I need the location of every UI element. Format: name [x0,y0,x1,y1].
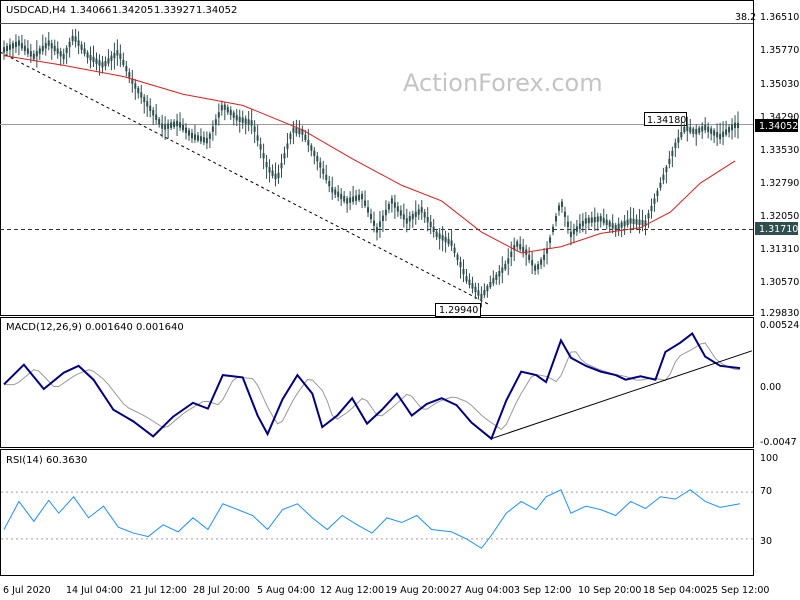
fib-38-label: 38.2 [735,12,756,23]
current-price-text: 1.34052 [759,121,798,132]
level-label-129940-text: 1.29940 [439,305,478,316]
time-tick-label: 10 Sep 20:00 [578,585,641,596]
time-tick-label: 25 Sep 12:00 [706,585,769,596]
rsi-tick-label: 70 [760,486,772,497]
level-label-134180-text: 1.34180 [647,115,686,126]
time-axis: 6 Jul 2020 14 Jul 04:00 21 Jul 12:00 28 … [3,585,769,596]
price-axis: 1.36510 1.35770 1.35030 1.34290 1.33530 … [760,12,799,319]
time-tick-label: 12 Aug 12:00 [320,585,384,596]
level-label-131710: 1.31710 [755,222,798,235]
rsi-tick-label: 30 [760,536,772,547]
rsi-panel-frame [0,449,754,576]
price-tick-label: 1.32050 [760,211,799,222]
macd-tick-label: -0.0047 [760,437,797,448]
ohlc-open: 1.34066 [70,5,111,16]
ohlc-low: 1.33927 [154,5,195,16]
time-tick-label: 27 Aug 04:00 [450,585,514,596]
macd-axis: 0.005245 0.00 -0.0047 [760,320,800,448]
price-tick-label: 1.36510 [760,12,799,23]
macd-tick-label: 0.00 [760,382,781,393]
macd-signal-line [4,342,741,431]
time-tick-label: 19 Aug 20:00 [385,585,449,596]
chart-canvas: ActionForex.com USDCAD,H4 1.34066 1.3420… [0,0,800,596]
macd-tick-label: 0.005245 [760,320,800,331]
time-tick-label: 14 Jul 04:00 [66,585,123,596]
time-tick-label: 18 Sep 04:00 [643,585,706,596]
level-label-129940: 1.29940 [435,303,481,317]
ohlc-close: 1.34052 [196,5,237,16]
time-tick-label: 3 Sep 12:00 [514,585,571,596]
price-tick-label: 1.29830 [760,308,799,319]
time-tick-label: 5 Aug 04:00 [257,585,315,596]
main-panel-frame [0,0,754,316]
price-series [3,28,740,308]
current-price-label: 1.34052 [755,119,798,132]
macd-trend-line [491,350,753,440]
price-tick-label: 1.31310 [760,244,799,255]
main-panel-title: USDCAD,H4 [6,5,66,16]
price-tick-label: 1.32790 [760,178,799,189]
time-tick-label: 21 Jul 12:00 [130,585,187,596]
level-label-131710-text: 1.31710 [759,224,798,235]
price-tick-label: 1.30570 [760,277,799,288]
price-tick-label: 1.33530 [760,145,799,156]
price-tick-label: 1.35770 [760,45,799,56]
macd-panel-title: MACD(12,26,9) 0.001640 0.001640 [6,322,184,333]
rsi-tick-label: 100 [760,453,778,464]
rsi-line [3,489,741,549]
macd-panel-frame [0,317,754,448]
rsi-axis: 100 70 30 [760,453,778,547]
price-tick-label: 1.35030 [760,79,799,90]
macd-main-line [3,331,741,441]
rsi-panel-title: RSI(14) 60.3630 [6,455,87,466]
watermark: ActionForex.com [403,69,603,97]
ohlc-high: 1.34205 [112,5,153,16]
time-tick-label: 28 Jul 20:00 [193,585,250,596]
time-tick-label: 6 Jul 2020 [3,585,51,596]
level-label-134180: 1.34180 [644,112,687,126]
